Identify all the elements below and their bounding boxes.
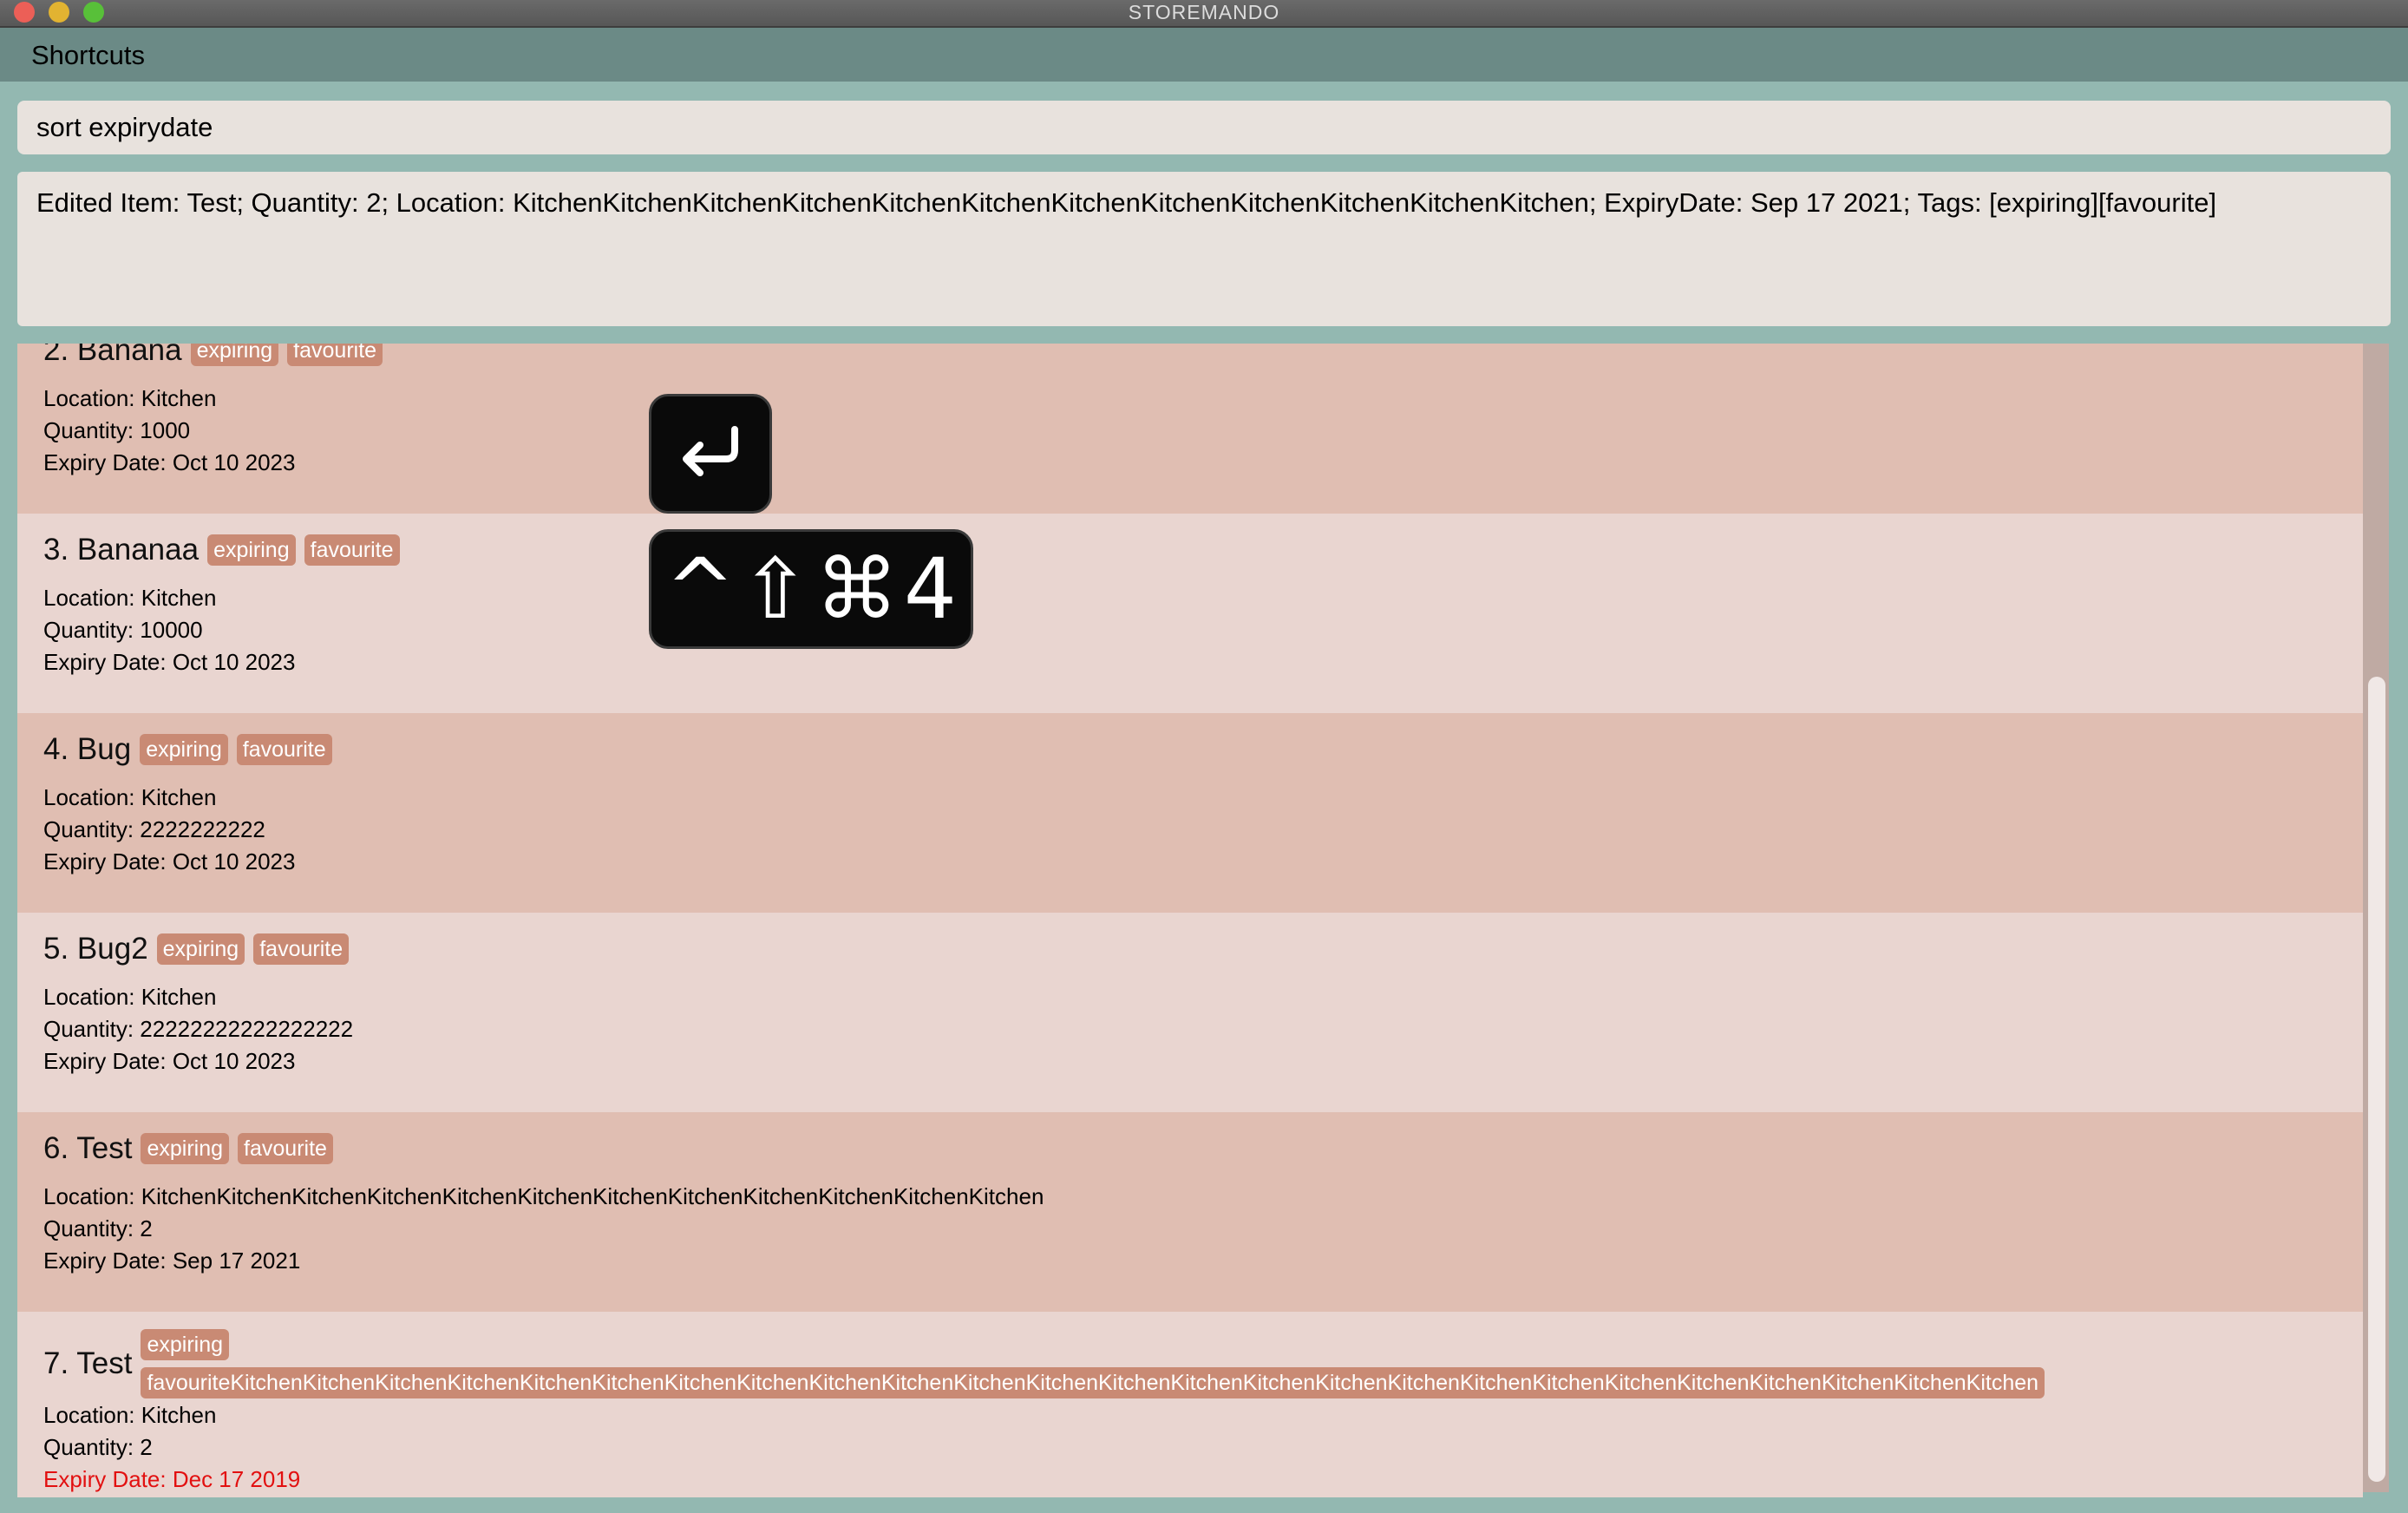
item-location: Location: Kitchen (43, 585, 217, 611)
item-expiry-date: Expiry Date: Oct 10 2023 (43, 1048, 296, 1074)
item-name: 2. Banana (43, 344, 182, 367)
command-key-icon: ⌘ (815, 540, 899, 638)
item-location: Location: Kitchen (43, 1402, 217, 1428)
item-location: Location: KitchenKitchenKitchenKitchenKi… (43, 1183, 1044, 1209)
window-bottom-edge (0, 1497, 2408, 1513)
item-title-row: 7. Test expiring favouriteKitchenKitchen… (43, 1329, 2045, 1398)
item-quantity: Quantity: 2222222222 (43, 816, 265, 842)
item-card[interactable]: 6. Test expiring favourite Location: Kit… (17, 1112, 2363, 1312)
tag-expiring: expiring (141, 1133, 230, 1164)
tag-stack: expiring favouriteKitchenKitchenKitchenK… (141, 1329, 2045, 1398)
item-title-row: 3. Bananaa expiring favourite (43, 533, 400, 567)
item-card[interactable]: 5. Bug2 expiring favourite Location: Kit… (17, 913, 2363, 1112)
key-four: 4 (903, 540, 957, 638)
menu-bar: Shortcuts (0, 28, 2408, 82)
item-location: Location: Kitchen (43, 984, 217, 1010)
item-card[interactable]: 7. Test expiring favouriteKitchenKitchen… (17, 1312, 2363, 1501)
list-scrollbar-thumb[interactable] (2368, 677, 2385, 1482)
result-display: Edited Item: Test; Quantity: 2; Location… (17, 172, 2391, 326)
item-card[interactable]: 2. Banana expiring favourite Location: K… (17, 344, 2363, 514)
shift-key-icon: ⇧ (740, 540, 810, 638)
item-expiry-date-expired: Expiry Date: Dec 17 2019 (43, 1466, 301, 1492)
item-name: 7. Test (43, 1346, 133, 1380)
window-title: STOREMANDO (1128, 1, 1280, 23)
item-location: Location: Kitchen (43, 784, 217, 810)
item-card[interactable]: 3. Bananaa expiring favourite Location: … (17, 514, 2363, 713)
item-list: 2. Banana expiring favourite Location: K… (17, 344, 2363, 1501)
item-list-panel[interactable]: 2. Banana expiring favourite Location: K… (17, 344, 2408, 1501)
tag-favourite: favourite (304, 534, 400, 566)
item-name: 6. Test (43, 1131, 133, 1165)
item-card[interactable]: 4. Bug expiring favourite Location: Kitc… (17, 713, 2363, 913)
item-name: 5. Bug2 (43, 932, 148, 966)
return-arrow-glyph (683, 426, 738, 476)
item-expiry-date: Expiry Date: Oct 10 2023 (43, 649, 296, 675)
item-quantity: Quantity: 1000 (43, 417, 191, 443)
item-expiry-date: Expiry Date: Oct 10 2023 (43, 449, 296, 475)
control-key-icon: ^ (665, 540, 736, 638)
item-quantity: Quantity: 2 (43, 1215, 153, 1241)
return-arrow-icon (649, 394, 772, 514)
item-expiry-date: Expiry Date: Sep 17 2021 (43, 1248, 301, 1274)
tag-expiring: expiring (207, 534, 296, 566)
tag-favourite: favourite (236, 734, 332, 765)
item-title-row: 2. Banana expiring favourite (43, 344, 383, 368)
tag-expiring: expiring (141, 1329, 230, 1360)
menu-shortcuts[interactable]: Shortcuts (31, 28, 145, 82)
item-expiry-date: Expiry Date: Oct 10 2023 (43, 848, 296, 874)
item-name: 3. Bananaa (43, 533, 200, 567)
tag-expiring: expiring (156, 933, 245, 965)
command-input[interactable]: sort expirydate (17, 101, 2391, 154)
tag-favourite: favourite (253, 933, 350, 965)
item-title-row: 4. Bug expiring favourite (43, 732, 332, 767)
tag-expiring: expiring (140, 734, 228, 765)
item-location: Location: Kitchen (43, 385, 217, 411)
tag-expiring: expiring (190, 344, 279, 366)
item-name: 4. Bug (43, 732, 132, 766)
item-quantity: Quantity: 10000 (43, 617, 203, 643)
item-quantity: Quantity: 2 (43, 1434, 153, 1460)
item-title-row: 5. Bug2 expiring favourite (43, 932, 350, 966)
item-title-row: 6. Test expiring favourite (43, 1131, 333, 1166)
item-quantity: Quantity: 22222222222222222 (43, 1016, 354, 1042)
title-bar: STOREMANDO (0, 0, 2408, 28)
keystroke-combo-overlay: ^ ⇧ ⌘ 4 (649, 529, 973, 649)
tag-favourite: favourite (238, 1133, 333, 1164)
tag-favourite-long: favouriteKitchenKitchenKitchenKitchenKit… (141, 1367, 2045, 1398)
tag-favourite: favourite (287, 344, 383, 366)
